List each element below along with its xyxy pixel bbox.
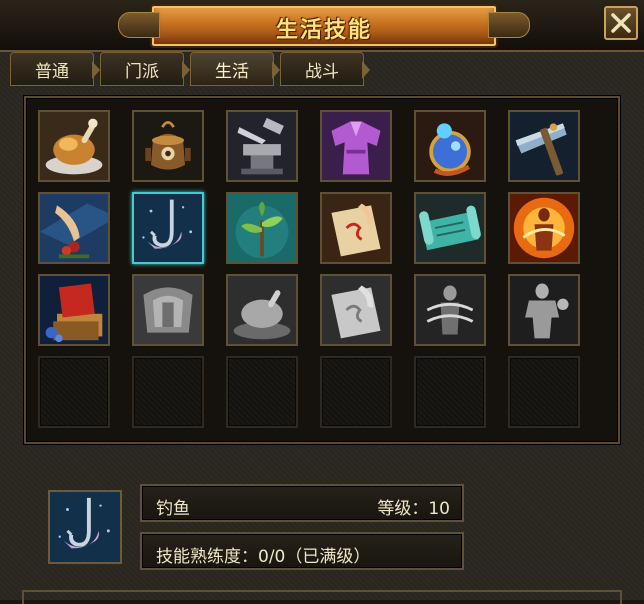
skill-slot-book[interactable]: [38, 274, 110, 346]
selected-skill-icon: [48, 490, 122, 564]
skill-proficiency-box: 技能熟练度：0/0（已满级）: [140, 532, 464, 570]
skill-slot-teal-scroll[interactable]: [414, 192, 486, 264]
skill-slot-locked-2[interactable]: [226, 274, 298, 346]
skill-slot-planting[interactable]: [226, 192, 298, 264]
roast-chicken-icon: [40, 112, 108, 180]
fire-body-icon: [510, 194, 578, 262]
skill-slot-locked-1[interactable]: [132, 274, 204, 346]
close-button[interactable]: [604, 6, 638, 40]
skill-slot-mining[interactable]: [508, 110, 580, 182]
skill-slot-alchemy[interactable]: [132, 110, 204, 182]
skill-slot-roast-chicken[interactable]: [38, 110, 110, 182]
life-skills-window: 生活技能 普通 门派 生活 战斗 钓鱼 等级：10 技能熟练度：0/0（已满级）: [0, 0, 644, 604]
skill-slot-talisman[interactable]: [320, 192, 392, 264]
teal-scroll-icon: [416, 194, 484, 262]
tab-label: 生活: [215, 61, 249, 82]
skill-name: 钓鱼: [156, 499, 190, 519]
tab-bar: 普通 门派 生活 战斗: [10, 52, 370, 88]
alchemy-cauldron-icon: [134, 112, 202, 180]
skill-slot-fire-body[interactable]: [508, 192, 580, 264]
title-bar[interactable]: 生活技能: [0, 0, 644, 52]
spiral-grey-icon: [416, 276, 484, 344]
shield-grey-icon: [134, 276, 202, 344]
anvil-forging-icon: [228, 112, 296, 180]
skill-slot-jewelry[interactable]: [414, 110, 486, 182]
tailoring-robe-icon: [322, 112, 390, 180]
skill-slot-herb[interactable]: [38, 192, 110, 264]
skill-slot-locked-5[interactable]: [508, 274, 580, 346]
tab-sect[interactable]: 门派: [100, 52, 190, 86]
book-study-icon: [40, 276, 108, 344]
close-icon: [611, 13, 631, 33]
skill-slot-tailoring[interactable]: [320, 110, 392, 182]
skill-level: 等级：10: [377, 499, 450, 519]
muscle-grey-icon: [510, 276, 578, 344]
chicken-grey-icon: [228, 276, 296, 344]
empty-slot: [414, 356, 486, 428]
tab-life[interactable]: 生活: [190, 52, 280, 86]
empty-slot: [320, 356, 392, 428]
sprout-planting-icon: [228, 194, 296, 262]
bottom-frame: [22, 590, 622, 604]
empty-slot: [226, 356, 298, 428]
tab-normal[interactable]: 普通: [10, 52, 100, 86]
jewelry-craft-icon: [416, 112, 484, 180]
scroll-grey-icon: [322, 276, 390, 344]
tab-label: 门派: [125, 61, 159, 82]
skill-proficiency: 技能熟练度：0/0（已满级）: [156, 547, 371, 567]
fishing-hook-icon: [50, 492, 120, 562]
fishing-hook-icon: [134, 194, 202, 262]
empty-slot: [132, 356, 204, 428]
empty-slot: [38, 356, 110, 428]
empty-slot: [508, 356, 580, 428]
tab-combat[interactable]: 战斗: [280, 52, 370, 86]
skill-name-level-box: 钓鱼 等级：10: [140, 484, 464, 522]
tab-label: 普通: [35, 61, 69, 82]
skill-slot-fishing[interactable]: [132, 192, 204, 264]
skill-slot-locked-3[interactable]: [320, 274, 392, 346]
skill-slot-forging[interactable]: [226, 110, 298, 182]
window-title: 生活技能: [275, 18, 372, 43]
skill-slot-locked-4[interactable]: [414, 274, 486, 346]
skill-grid: [24, 96, 620, 444]
mining-hammer-icon: [510, 112, 578, 180]
title-plaque: 生活技能: [118, 4, 530, 48]
talisman-scroll-icon: [322, 194, 390, 262]
tab-label: 战斗: [305, 61, 339, 82]
herb-gathering-icon: [40, 194, 108, 262]
